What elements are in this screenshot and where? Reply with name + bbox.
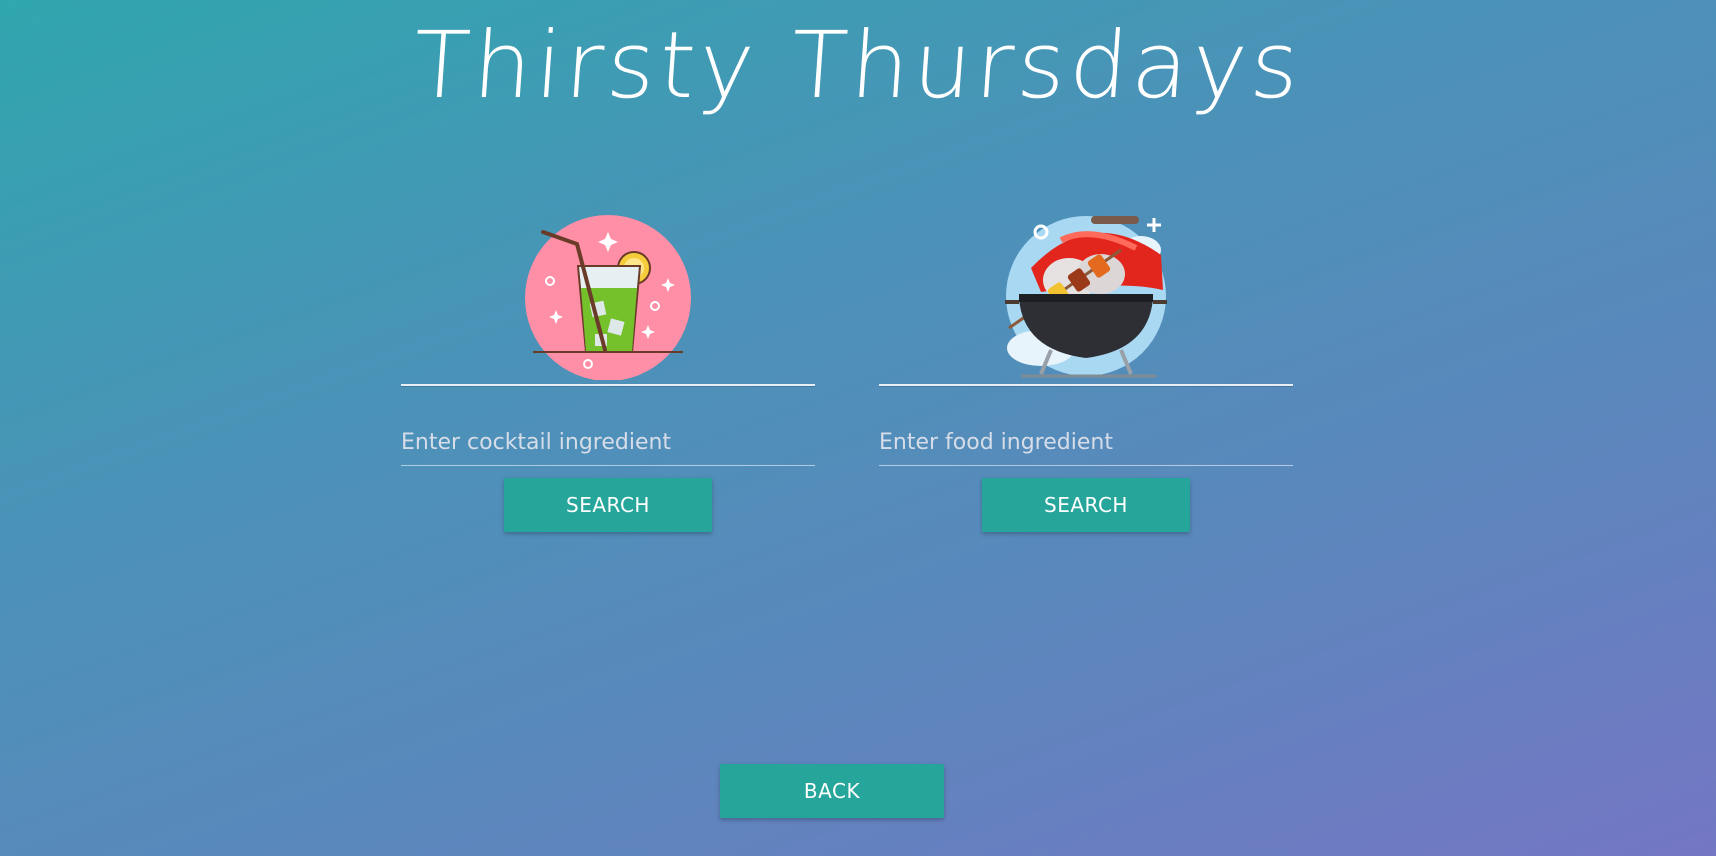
food-ingredient-input[interactable]	[879, 420, 1293, 466]
divider	[401, 384, 815, 386]
grill-bbq-icon	[1001, 210, 1171, 380]
cocktail-search-section: SEARCH	[401, 210, 815, 532]
back-button[interactable]: BACK	[720, 764, 944, 818]
cocktail-search-button[interactable]: SEARCH	[504, 478, 712, 532]
food-search-button[interactable]: SEARCH	[982, 478, 1190, 532]
food-search-section: SEARCH	[879, 210, 1293, 532]
cocktail-glass-icon	[523, 210, 693, 380]
page-title: Thirsty Thursdays	[409, 12, 1307, 119]
cocktail-ingredient-input[interactable]	[401, 420, 815, 466]
divider	[879, 384, 1293, 386]
